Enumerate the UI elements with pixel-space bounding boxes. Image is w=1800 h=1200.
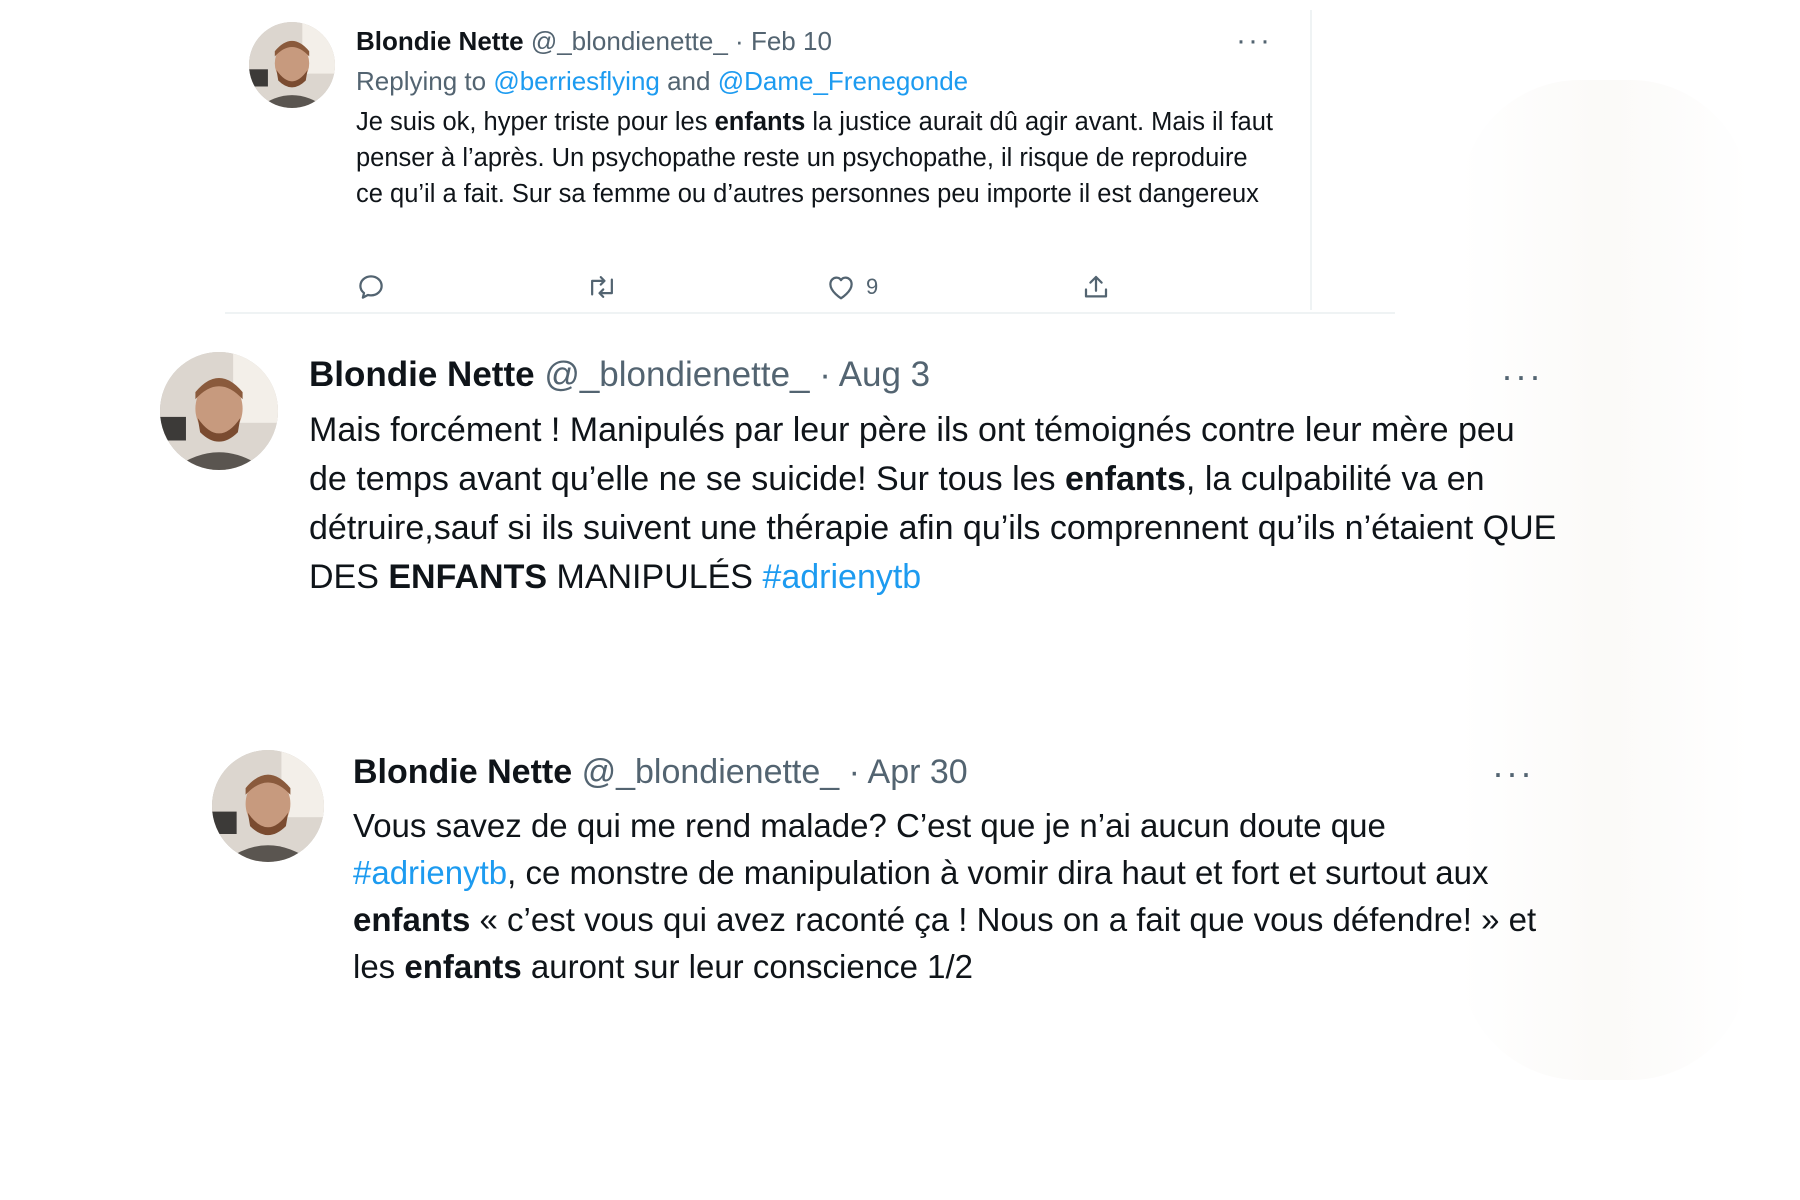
author-handle[interactable]: @_blondienette_ — [544, 355, 809, 394]
mention-link[interactable]: @berriesflying — [493, 66, 660, 96]
bold-text-segment: ENFANTS — [388, 558, 548, 596]
avatar[interactable] — [160, 352, 278, 470]
bold-text-segment: enfants — [353, 901, 471, 938]
author-handle[interactable]: @_blondienette_ — [582, 753, 840, 791]
bold-text-segment: enfants — [714, 108, 806, 136]
tweet-header: Blondie Nette @_blondienette_ · Feb 10 — [356, 26, 832, 57]
more-options-icon[interactable]: ··· — [1496, 355, 1548, 396]
more-options-icon[interactable]: ··· — [1230, 24, 1278, 58]
separator-dot: · — [819, 355, 831, 394]
like-button[interactable]: 9 — [826, 273, 1081, 301]
author-name[interactable]: Blondie Nette — [356, 26, 524, 56]
column-divider — [1310, 10, 1312, 310]
tweet-header: Blondie Nette @_blondienette_ · Aug 3 — [309, 355, 930, 395]
text-segment: auront sur leur conscience 1/2 — [521, 948, 973, 985]
heart-icon — [829, 276, 853, 300]
tweet-header: Blondie Nette @_blondienette_ · Apr 30 — [353, 753, 968, 792]
replying-to-and: and — [659, 66, 718, 96]
profile-photo-icon — [212, 750, 324, 862]
profile-photo-icon — [249, 22, 335, 108]
retweet-button[interactable] — [586, 272, 826, 302]
tweet-actions: 9 — [356, 270, 1136, 304]
tweet-date[interactable]: Feb 10 — [751, 26, 832, 56]
like-count: 9 — [866, 274, 879, 299]
tweet-text: Je suis ok, hyper triste pour les enfant… — [356, 104, 1276, 212]
mention-link[interactable]: @Dame_Frenegonde — [718, 66, 968, 96]
text-segment: MANIPULÉS — [547, 558, 763, 596]
screenshot-canvas: Blondie Nette @_blondienette_ · Feb 10 ·… — [0, 0, 1800, 1200]
avatar[interactable] — [212, 750, 324, 862]
retweet-icon — [591, 276, 613, 298]
tweet-text: Mais forcément ! Manipulés par leur père… — [309, 406, 1559, 602]
author-name[interactable]: Blondie Nette — [353, 753, 572, 791]
bold-text-segment: enfants — [404, 948, 522, 985]
author-name[interactable]: Blondie Nette — [309, 355, 535, 394]
text-segment: Vous savez de qui me rend malade? C’est … — [353, 807, 1386, 844]
text-segment: Je suis ok, hyper triste pour les — [356, 108, 715, 136]
replying-to-label: Replying to — [356, 66, 494, 96]
author-handle[interactable]: @_blondienette_ — [531, 26, 728, 56]
tweet-date[interactable]: Aug 3 — [839, 355, 930, 394]
share-button[interactable] — [1081, 272, 1111, 302]
replying-to: Replying to @berriesflying and @Dame_Fre… — [356, 66, 968, 97]
separator-dot: · — [848, 753, 860, 791]
tweet-divider — [225, 312, 1395, 314]
reply-icon — [359, 275, 383, 299]
profile-photo-icon — [160, 352, 278, 470]
tweet-date[interactable]: Apr 30 — [868, 753, 968, 791]
hashtag-link[interactable]: #adrienytb — [353, 854, 507, 891]
avatar[interactable] — [249, 22, 335, 108]
bold-text-segment: enfants — [1065, 460, 1186, 498]
reply-button[interactable] — [356, 272, 586, 302]
share-icon — [1084, 275, 1108, 298]
text-segment: , ce monstre de manipulation à vomir dir… — [507, 854, 1489, 891]
more-options-icon[interactable]: ··· — [1487, 752, 1539, 793]
separator-dot: · — [735, 26, 744, 56]
hashtag-link[interactable]: #adrienytb — [762, 558, 921, 596]
tweet-text: Vous savez de qui me rend malade? C’est … — [353, 802, 1553, 990]
